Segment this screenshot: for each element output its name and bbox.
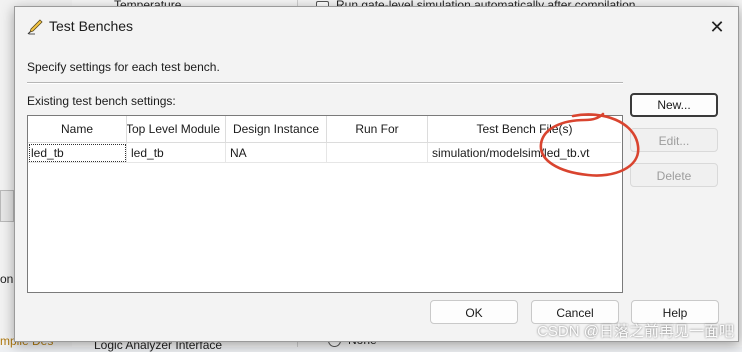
edit-button[interactable]: Edit... [630,128,718,152]
background-label-on: on [0,272,14,286]
quill-pen-icon [27,19,43,35]
dialog-description: Specify settings for each test bench. [27,60,220,74]
delete-button[interactable]: Delete [630,163,718,187]
dialog-title: Test Benches [49,18,134,34]
table-header: Name Top Level Module Design Instance Ru… [28,116,622,143]
column-header-design-instance[interactable]: Design Instance [226,116,327,143]
close-button[interactable]: ✕ [702,12,732,42]
close-icon: ✕ [709,16,725,37]
test-benches-dialog: Test Benches ✕ Specify settings for each… [14,6,739,342]
divider [27,82,623,84]
new-button[interactable]: New... [630,93,718,117]
cell-top-level-module[interactable]: led_tb [127,143,226,163]
cell-name[interactable]: led_tb [28,143,127,163]
test-bench-table[interactable]: Name Top Level Module Design Instance Ru… [27,115,623,293]
group-label: Existing test bench settings: [27,94,176,108]
column-header-run-for[interactable]: Run For [327,116,428,143]
cell-test-bench-files[interactable]: simulation/modelsim/led_tb.vt [428,143,622,163]
dialog-titlebar: Test Benches ✕ [15,7,738,47]
cell-design-instance[interactable]: NA [226,143,327,163]
table-row[interactable]: led_tb led_tb NA simulation/modelsim/led… [28,143,622,163]
column-header-top-level-module[interactable]: Top Level Module [127,116,226,143]
ok-button[interactable]: OK [430,300,518,324]
column-header-name[interactable]: Name [28,116,127,143]
background-button-fragment [0,190,14,222]
cell-run-for[interactable] [327,143,428,163]
column-header-test-bench-files[interactable]: Test Bench File(s) [428,116,621,143]
watermark: CSDN @日落之前再见一面吧 [537,323,734,340]
